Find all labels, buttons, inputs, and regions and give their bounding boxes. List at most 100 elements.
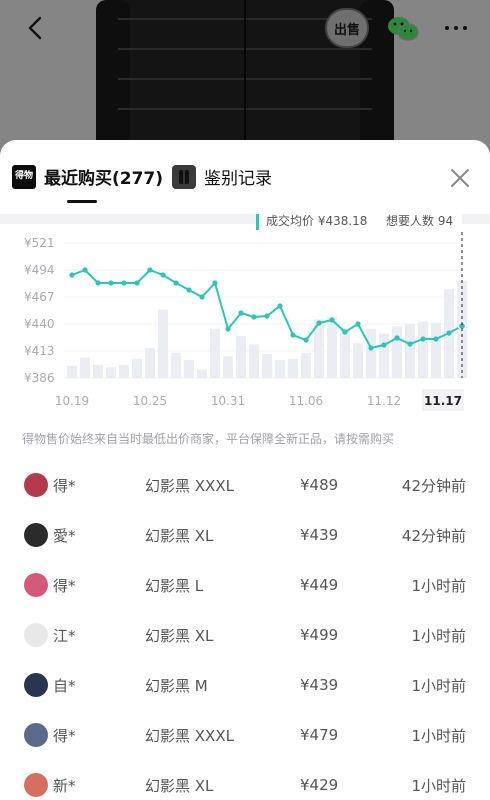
price-point	[264, 313, 270, 319]
volume-bar	[379, 333, 389, 378]
purchase-price: ¥499	[300, 626, 339, 644]
y-tick-label: ¥494	[24, 263, 55, 277]
price-point	[225, 326, 231, 332]
price-trend-chart[interactable]: ¥521 ¥494 ¥467 ¥440 ¥413 ¥386 10.19 10.25 10.31…	[0, 214, 490, 444]
purchase-record-row: 愛* 幻影黑 XL ¥439 42分钟前	[0, 510, 490, 560]
avg-price-label: 成交均价 ¥438.18	[266, 214, 367, 228]
buyer-name: 得*	[53, 576, 76, 595]
volume-bar	[132, 358, 142, 378]
product-size: 幻影黑 L	[145, 576, 204, 595]
dewu-logo-icon: 得物	[12, 164, 36, 189]
product-size: 幻影黑 XL	[145, 626, 214, 645]
volume-bar	[158, 309, 168, 378]
volume-bar	[301, 352, 311, 378]
volume-bar	[275, 360, 285, 378]
price-notice: 得物售价始终来自当时最低出价商家，平台保障全新正品，请按需购买	[22, 432, 395, 446]
purchase-time: 42分钟前	[401, 526, 466, 545]
price-point	[355, 321, 361, 327]
price-point	[186, 287, 192, 293]
price-chart-svg: ¥521 ¥494 ¥467 ¥440 ¥413 ¥386 10.19 10.25 10.31…	[0, 214, 490, 411]
back-icon[interactable]	[22, 14, 50, 42]
tab-recent-purchases[interactable]: 得物 最近购买(277)	[12, 164, 163, 189]
user-avatar	[24, 573, 48, 597]
price-point	[316, 320, 322, 326]
buyer-name: 得*	[53, 476, 76, 495]
volume-bar	[236, 336, 246, 378]
purchase-record-row: 江* 幻影黑 XL ¥499 1小时前	[0, 610, 490, 660]
volume-bar	[353, 343, 363, 378]
x-tick-label: 10.19	[55, 394, 89, 408]
x-tick-label: 10.31	[211, 394, 245, 408]
wechat-icon[interactable]	[386, 14, 420, 44]
volume-bar	[171, 352, 181, 378]
jacket-thumbnail-icon	[172, 164, 196, 189]
y-tick-label: ¥521	[24, 236, 55, 250]
price-point	[290, 332, 296, 338]
price-point	[342, 329, 348, 335]
volume-bar	[93, 364, 103, 378]
price-point	[134, 280, 140, 286]
volume-bar	[392, 326, 402, 378]
buyer-name: 江*	[53, 626, 76, 645]
product-size: 幻影黑 XXXL	[145, 726, 234, 745]
more-icon[interactable]	[442, 18, 470, 38]
x-tick-label: 11.06	[289, 394, 323, 408]
volume-bar	[197, 369, 207, 378]
volume-bar	[262, 354, 272, 378]
purchase-sheet: 得物 最近购买(277) 鉴别记录 ¥521 ¥494 ¥467 ¥440 ¥413 ¥3…	[0, 140, 490, 800]
product-size: 幻影黑 XL	[145, 526, 214, 545]
volume-bar	[327, 316, 337, 378]
purchase-price: ¥429	[300, 776, 339, 794]
user-avatar	[24, 673, 48, 697]
price-point	[95, 280, 101, 286]
x-tick-label: 11.12	[367, 394, 401, 408]
volume-bar	[145, 348, 155, 378]
tab-bar: 得物 最近购买(277) 鉴别记录	[0, 140, 490, 214]
price-point	[108, 280, 114, 286]
price-point	[212, 280, 218, 286]
y-tick-label: ¥386	[24, 371, 55, 385]
purchase-price: ¥439	[300, 526, 339, 544]
price-point	[407, 341, 413, 347]
volume-bar	[184, 360, 194, 378]
purchase-record-row: 得* 幻影黑 L ¥449 1小时前	[0, 560, 490, 610]
volume-bar	[223, 356, 233, 378]
volume-bar	[80, 357, 90, 378]
price-point	[329, 317, 335, 323]
sell-button[interactable]: 出售	[325, 8, 369, 48]
close-icon[interactable]	[448, 166, 472, 190]
purchase-time: 1小时前	[411, 676, 466, 695]
price-point	[394, 335, 400, 341]
volume-bar	[210, 328, 220, 378]
price-point	[368, 345, 374, 351]
volume-bar	[106, 367, 116, 378]
purchase-price: ¥479	[300, 726, 339, 744]
volume-bar	[249, 344, 259, 378]
purchase-time: 1小时前	[411, 726, 466, 745]
product-size: 幻影黑 XL	[145, 776, 214, 795]
price-line	[71, 268, 463, 350]
price-point	[69, 272, 75, 278]
buyer-name: 自*	[53, 676, 76, 695]
price-point	[82, 267, 88, 273]
volume-bar	[431, 322, 441, 378]
y-tick-label: ¥440	[24, 317, 55, 331]
volume-bar	[418, 321, 428, 378]
volume-bar	[366, 328, 376, 378]
y-tick-label: ¥467	[24, 290, 55, 304]
price-point	[381, 342, 387, 348]
purchase-record-row: 得* 幻影黑 XXXL ¥479 1小时前	[0, 710, 490, 760]
user-avatar	[24, 523, 48, 547]
user-avatar	[24, 473, 48, 497]
purchase-time: 1小时前	[411, 626, 466, 645]
y-tick-label: ¥413	[24, 344, 55, 358]
sell-button-label: 出售	[333, 22, 360, 38]
price-point	[433, 336, 439, 342]
volume-bar	[119, 364, 129, 378]
purchase-price: ¥449	[300, 576, 339, 594]
want-count-label: 想要人数 94	[386, 214, 453, 228]
purchase-record-row: 自* 幻影黑 M ¥439 1小时前	[0, 660, 490, 710]
user-avatar	[24, 623, 48, 647]
price-point	[147, 267, 153, 273]
tab-authentication-records[interactable]: 鉴别记录	[172, 164, 272, 189]
